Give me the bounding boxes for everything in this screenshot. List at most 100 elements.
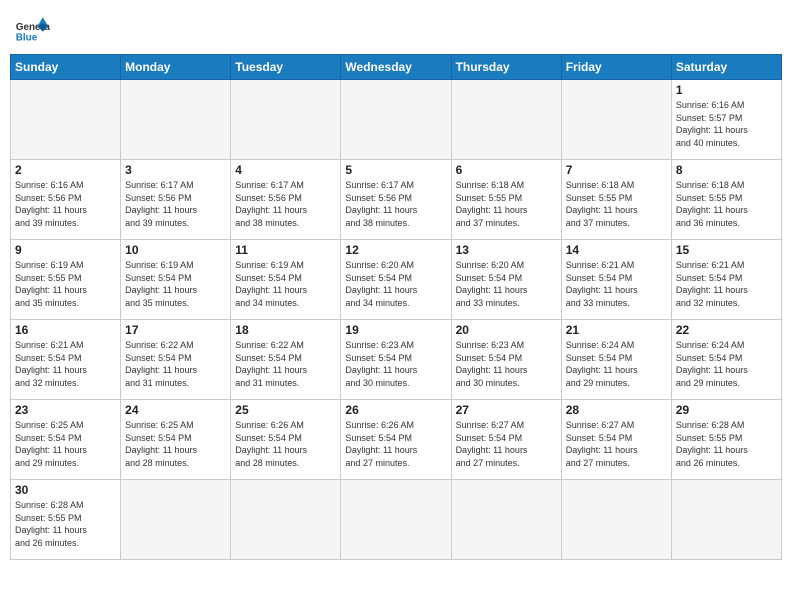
day-cell: 21 Sunrise: 6:24 AM Sunset: 5:54 PM Dayli… [561, 320, 671, 400]
day-number: 6 [456, 163, 557, 177]
day-number: 17 [125, 323, 226, 337]
day-info: Sunrise: 6:18 AM Sunset: 5:55 PM Dayligh… [566, 179, 667, 229]
day-cell: 20 Sunrise: 6:23 AM Sunset: 5:54 PM Dayli… [451, 320, 561, 400]
day-number: 22 [676, 323, 777, 337]
day-number: 10 [125, 243, 226, 257]
day-cell: 10Sunrise: 6:19 AM Sunset: 5:54 PM Dayli… [121, 240, 231, 320]
day-cell [231, 80, 341, 160]
day-number: 1 [676, 83, 777, 97]
day-number: 15 [676, 243, 777, 257]
weekday-tuesday: Tuesday [231, 55, 341, 80]
day-number: 19 [345, 323, 446, 337]
svg-text:Blue: Blue [16, 33, 38, 44]
day-cell [11, 80, 121, 160]
day-cell: 2 Sunrise: 6:16 AM Sunset: 5:56 PM Daylig… [11, 160, 121, 240]
day-cell: 24 Sunrise: 6:25 AM Sunset: 5:54 PM Dayli… [121, 400, 231, 480]
day-number: 24 [125, 403, 226, 417]
day-info: Sunrise: 6:20 AM Sunset: 5:54 PM Dayligh… [456, 259, 557, 309]
logo: General Blue [14, 10, 50, 46]
day-cell: 22 Sunrise: 6:24 AM Sunset: 5:54 PM Dayli… [671, 320, 781, 400]
logo-icon: General Blue [14, 10, 50, 46]
day-cell: 5 Sunrise: 6:17 AM Sunset: 5:56 PM Daylig… [341, 160, 451, 240]
weekday-header-row: SundayMondayTuesdayWednesdayThursdayFrid… [11, 55, 782, 80]
day-number: 9 [15, 243, 116, 257]
day-info: Sunrise: 6:19 AM Sunset: 5:55 PM Dayligh… [15, 259, 116, 309]
day-info: Sunrise: 6:27 AM Sunset: 5:54 PM Dayligh… [456, 419, 557, 469]
day-info: Sunrise: 6:17 AM Sunset: 5:56 PM Dayligh… [345, 179, 446, 229]
day-cell: 17 Sunrise: 6:22 AM Sunset: 5:54 PM Dayli… [121, 320, 231, 400]
day-cell: 4 Sunrise: 6:17 AM Sunset: 5:56 PM Daylig… [231, 160, 341, 240]
day-number: 18 [235, 323, 336, 337]
day-cell: 7 Sunrise: 6:18 AM Sunset: 5:55 PM Daylig… [561, 160, 671, 240]
day-number: 27 [456, 403, 557, 417]
day-number: 16 [15, 323, 116, 337]
day-cell: 13Sunrise: 6:20 AM Sunset: 5:54 PM Dayli… [451, 240, 561, 320]
calendar-table: SundayMondayTuesdayWednesdayThursdayFrid… [10, 54, 782, 560]
day-number: 7 [566, 163, 667, 177]
day-number: 11 [235, 243, 336, 257]
day-cell [451, 480, 561, 560]
day-info: Sunrise: 6:17 AM Sunset: 5:56 PM Dayligh… [235, 179, 336, 229]
day-number: 20 [456, 323, 557, 337]
weekday-wednesday: Wednesday [341, 55, 451, 80]
day-info: Sunrise: 6:23 AM Sunset: 5:54 PM Dayligh… [456, 339, 557, 389]
day-cell: 27 Sunrise: 6:27 AM Sunset: 5:54 PM Dayli… [451, 400, 561, 480]
week-row-2: 2 Sunrise: 6:16 AM Sunset: 5:56 PM Daylig… [11, 160, 782, 240]
weekday-friday: Friday [561, 55, 671, 80]
day-number: 26 [345, 403, 446, 417]
day-info: Sunrise: 6:25 AM Sunset: 5:54 PM Dayligh… [125, 419, 226, 469]
day-info: Sunrise: 6:27 AM Sunset: 5:54 PM Dayligh… [566, 419, 667, 469]
day-cell: 18Sunrise: 6:22 AM Sunset: 5:54 PM Dayli… [231, 320, 341, 400]
day-cell [341, 480, 451, 560]
day-number: 21 [566, 323, 667, 337]
day-info: Sunrise: 6:28 AM Sunset: 5:55 PM Dayligh… [676, 419, 777, 469]
day-info: Sunrise: 6:21 AM Sunset: 5:54 PM Dayligh… [566, 259, 667, 309]
weekday-monday: Monday [121, 55, 231, 80]
day-info: Sunrise: 6:28 AM Sunset: 5:55 PM Dayligh… [15, 499, 116, 549]
day-info: Sunrise: 6:22 AM Sunset: 5:54 PM Dayligh… [125, 339, 226, 389]
day-cell: 30 Sunrise: 6:28 AM Sunset: 5:55 PM Dayli… [11, 480, 121, 560]
day-cell [561, 480, 671, 560]
day-cell: 16 Sunrise: 6:21 AM Sunset: 5:54 PM Dayli… [11, 320, 121, 400]
day-number: 3 [125, 163, 226, 177]
day-number: 2 [15, 163, 116, 177]
day-info: Sunrise: 6:26 AM Sunset: 5:54 PM Dayligh… [345, 419, 446, 469]
day-info: Sunrise: 6:24 AM Sunset: 5:54 PM Dayligh… [676, 339, 777, 389]
day-number: 30 [15, 483, 116, 497]
day-number: 4 [235, 163, 336, 177]
day-info: Sunrise: 6:19 AM Sunset: 5:54 PM Dayligh… [235, 259, 336, 309]
weekday-sunday: Sunday [11, 55, 121, 80]
day-cell: 12Sunrise: 6:20 AM Sunset: 5:54 PM Dayli… [341, 240, 451, 320]
day-cell: 23Sunrise: 6:25 AM Sunset: 5:54 PM Dayli… [11, 400, 121, 480]
day-info: Sunrise: 6:16 AM Sunset: 5:56 PM Dayligh… [15, 179, 116, 229]
day-cell: 3 Sunrise: 6:17 AM Sunset: 5:56 PM Daylig… [121, 160, 231, 240]
day-number: 28 [566, 403, 667, 417]
day-cell [121, 480, 231, 560]
day-info: Sunrise: 6:26 AM Sunset: 5:54 PM Dayligh… [235, 419, 336, 469]
day-cell [121, 80, 231, 160]
weekday-saturday: Saturday [671, 55, 781, 80]
day-info: Sunrise: 6:18 AM Sunset: 5:55 PM Dayligh… [456, 179, 557, 229]
page-header: General Blue [10, 10, 782, 46]
day-cell: 25 Sunrise: 6:26 AM Sunset: 5:54 PM Dayli… [231, 400, 341, 480]
week-row-1: 1 Sunrise: 6:16 AM Sunset: 5:57 PM Daylig… [11, 80, 782, 160]
day-number: 23 [15, 403, 116, 417]
day-number: 14 [566, 243, 667, 257]
day-info: Sunrise: 6:16 AM Sunset: 5:57 PM Dayligh… [676, 99, 777, 149]
day-number: 25 [235, 403, 336, 417]
day-cell [341, 80, 451, 160]
day-cell: 11 Sunrise: 6:19 AM Sunset: 5:54 PM Dayli… [231, 240, 341, 320]
day-cell [231, 480, 341, 560]
day-number: 12 [345, 243, 446, 257]
day-cell [561, 80, 671, 160]
day-cell: 8 Sunrise: 6:18 AM Sunset: 5:55 PM Daylig… [671, 160, 781, 240]
day-number: 5 [345, 163, 446, 177]
week-row-4: 16 Sunrise: 6:21 AM Sunset: 5:54 PM Dayli… [11, 320, 782, 400]
day-info: Sunrise: 6:17 AM Sunset: 5:56 PM Dayligh… [125, 179, 226, 229]
week-row-5: 23 Sunrise: 6:25 AM Sunset: 5:54 PM Dayli… [11, 400, 782, 480]
week-row-3: 9 Sunrise: 6:19 AM Sunset: 5:55 PM Daylig… [11, 240, 782, 320]
day-info: Sunrise: 6:24 AM Sunset: 5:54 PM Dayligh… [566, 339, 667, 389]
day-info: Sunrise: 6:18 AM Sunset: 5:55 PM Dayligh… [676, 179, 777, 229]
day-info: Sunrise: 6:21 AM Sunset: 5:54 PM Dayligh… [15, 339, 116, 389]
day-number: 8 [676, 163, 777, 177]
